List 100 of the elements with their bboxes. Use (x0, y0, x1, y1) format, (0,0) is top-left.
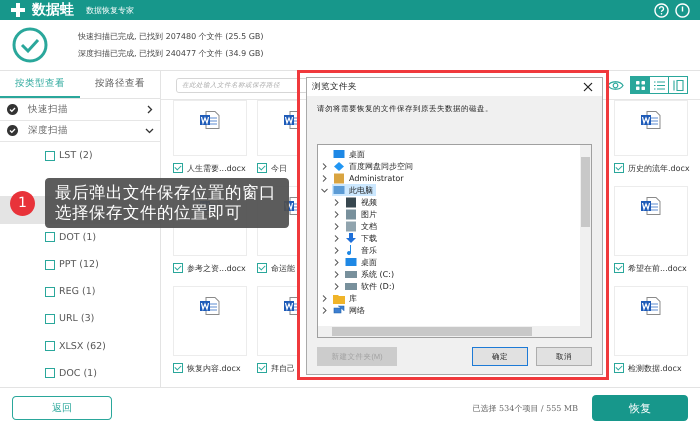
view-tab[interactable]: 按路径查看 (80, 71, 160, 98)
chevron-icon[interactable] (333, 246, 340, 254)
chevron-icon[interactable] (333, 270, 340, 278)
folder-tree-item[interactable]: 此电脑 (332, 184, 376, 196)
file-name: 恢复内容.docx (187, 362, 241, 374)
recover-button[interactable]: 恢复 (592, 395, 688, 421)
file-thumbnail[interactable] (173, 100, 247, 156)
folder-tree-item[interactable]: Administrator (332, 172, 407, 184)
word-document-icon (641, 297, 661, 315)
folder-tree-item[interactable]: 系统 (C:) (344, 268, 398, 280)
checkbox[interactable] (614, 163, 624, 173)
file-thumbnail[interactable] (614, 100, 688, 156)
check-circle-icon (7, 104, 18, 115)
eye-icon[interactable] (607, 80, 624, 90)
file-name: 人生需要...docx (187, 162, 246, 174)
file-thumbnail[interactable] (614, 186, 688, 256)
checkbox[interactable] (45, 314, 55, 324)
file-type-row[interactable]: URL (3) (0, 305, 160, 333)
checkbox[interactable] (614, 263, 624, 273)
file-name: 今日 (271, 162, 287, 174)
checkbox[interactable] (257, 363, 267, 373)
download-icon (345, 232, 357, 244)
file-thumbnail[interactable] (173, 286, 247, 356)
folder-tree-item[interactable]: 百度网盘同步空间 (332, 160, 416, 172)
folder-tree-item[interactable]: 文档 (344, 220, 380, 232)
file-name: 历史的流年.docx (628, 162, 690, 174)
folder-tree-item[interactable]: 下载 (344, 232, 380, 244)
word-document-icon (200, 297, 220, 315)
scan-group-row[interactable]: 深度扫描 (0, 120, 160, 142)
file-name: 拜自己 (271, 362, 295, 374)
chevron-icon[interactable] (321, 306, 328, 314)
file-type-label: LST (2) (59, 150, 93, 162)
checkbox[interactable] (614, 363, 624, 373)
folder-tree-item[interactable]: 桌面 (344, 256, 380, 268)
list-view-button[interactable] (649, 77, 668, 93)
chevron-icon[interactable] (321, 294, 328, 302)
help-icon[interactable] (654, 2, 669, 18)
file-type-label: URL (3) (59, 313, 94, 324)
checkbox[interactable] (173, 363, 183, 373)
chevron-icon[interactable] (333, 198, 340, 206)
chevron-icon[interactable] (321, 174, 328, 182)
scan-group-row[interactable]: 快速扫描 (0, 99, 160, 121)
folder-tree-item[interactable]: 桌面 (332, 148, 368, 160)
file-name: 命运能 (271, 262, 295, 274)
desktop-icon (345, 256, 357, 268)
grid-view-button[interactable] (631, 77, 649, 93)
folder-tree-item[interactable]: 音乐 (344, 244, 380, 256)
file-thumbnail[interactable] (614, 286, 688, 356)
file-type-row[interactable]: LST (2) (0, 142, 160, 170)
scan-result-text: 快速扫描已完成, 已找到 207480 个文件 (25.5 GB) (78, 31, 264, 42)
checkbox[interactable] (45, 260, 55, 270)
scan-group-label: 深度扫描 (28, 124, 69, 138)
grid-icon (636, 80, 644, 90)
word-document-icon (641, 197, 661, 215)
file-name: 希望在前...docx (628, 262, 687, 274)
selection-summary: 已选择 534个项目 / 555 MB (472, 402, 578, 414)
file-name: 参考之资...docx (187, 262, 246, 274)
chevron-icon[interactable] (333, 234, 340, 242)
horizontal-scrollbar[interactable] (318, 326, 591, 337)
library-icon (333, 292, 345, 304)
desktop-icon (333, 148, 345, 160)
checkbox[interactable] (257, 263, 267, 273)
word-document-icon (641, 111, 661, 129)
checkbox[interactable] (45, 286, 55, 297)
checkbox[interactable] (45, 341, 55, 352)
step-number-badge: 1 (10, 190, 35, 216)
file-type-label: XLSX (62) (59, 340, 106, 352)
chevron-icon[interactable] (333, 222, 340, 230)
vertical-scrollbar[interactable] (580, 145, 591, 326)
file-type-label: DOC (1) (59, 368, 97, 379)
checkbox[interactable] (45, 232, 55, 242)
chevron-icon[interactable] (333, 258, 340, 266)
word-document-icon (200, 111, 220, 129)
checkbox[interactable] (257, 163, 267, 173)
chevron-icon[interactable] (321, 186, 328, 194)
file-type-row[interactable]: DOC (1) (0, 360, 160, 387)
folder-tree-item[interactable]: 视频 (344, 196, 380, 208)
dialog-title: 浏览文件夹 (312, 81, 357, 93)
list-icon (654, 80, 664, 90)
chevron-icon[interactable] (333, 210, 340, 218)
checkbox[interactable] (45, 150, 55, 161)
folder-tree-item[interactable]: 网络 (332, 304, 368, 316)
file-type-row[interactable]: PPT (12) (0, 250, 160, 278)
checkbox[interactable] (173, 163, 183, 173)
folder-tree-item[interactable]: 库 (332, 292, 360, 304)
chevron-icon[interactable] (321, 162, 328, 170)
checkbox[interactable] (173, 263, 183, 273)
file-type-row[interactable]: XLSX (62) (0, 332, 160, 360)
check-circle-icon (12, 27, 48, 63)
chevron-icon[interactable] (333, 282, 340, 290)
file-type-label: PPT (12) (59, 259, 99, 270)
file-type-label: DOT (1) (59, 232, 96, 243)
detail-view-icon (672, 80, 684, 90)
checkbox[interactable] (45, 368, 55, 378)
folder-tree-item[interactable]: 软件 (D:) (344, 280, 398, 292)
check-circle-icon (7, 125, 18, 136)
file-type-row[interactable]: REG (1) (0, 278, 160, 306)
pc-icon (333, 184, 345, 196)
cross-logo-icon (10, 2, 26, 18)
folder-tree-item[interactable]: 图片 (344, 208, 380, 220)
